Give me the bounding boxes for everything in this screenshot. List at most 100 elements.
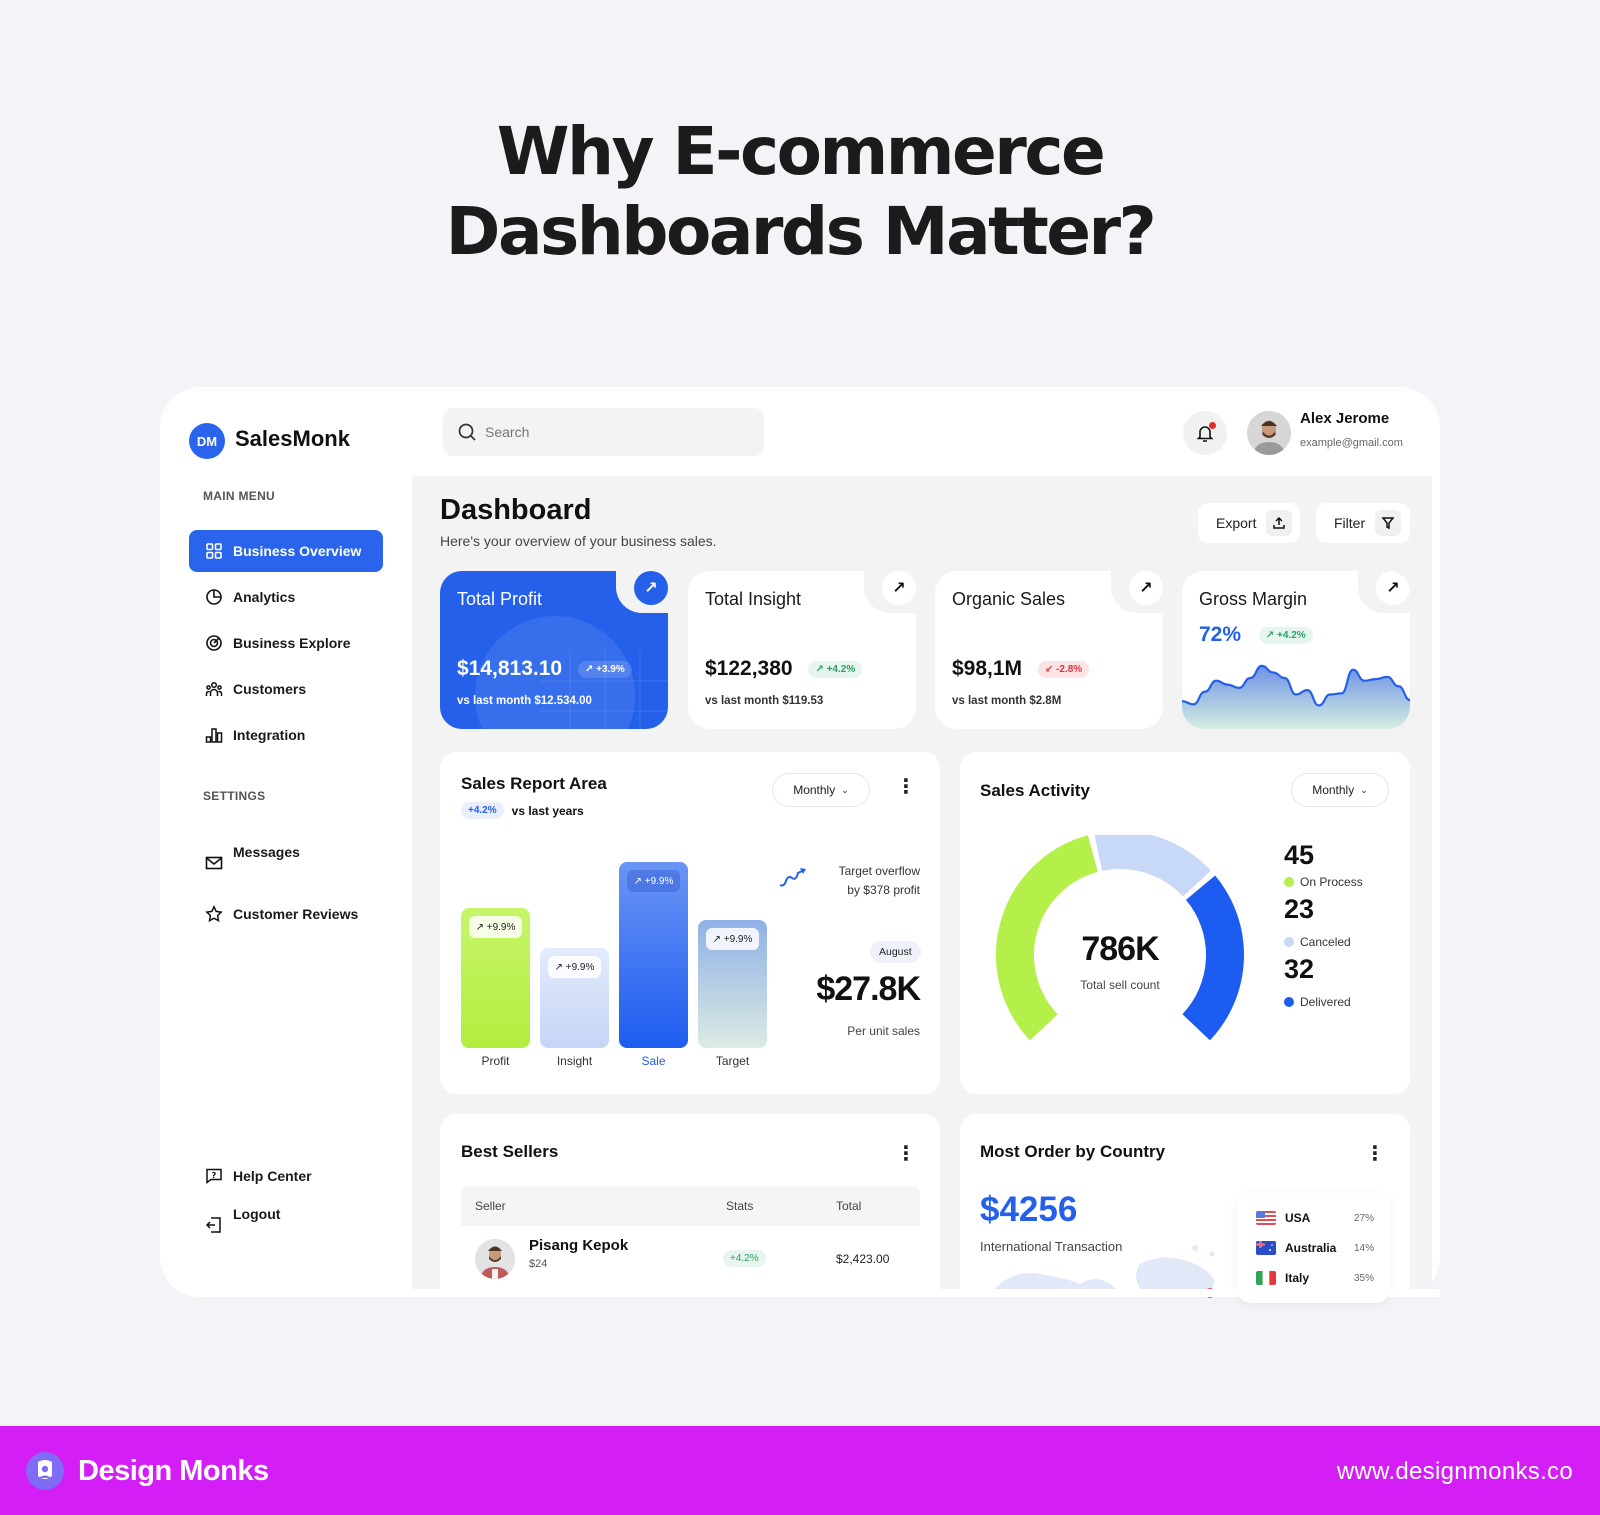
main-menu-label: MAIN MENU: [203, 489, 276, 503]
stat-value-text: 72%: [1199, 623, 1242, 646]
filter-label: Filter: [1334, 515, 1366, 531]
stat-change-badge: ↗ +4.2%: [808, 660, 863, 678]
page-subtitle: Here's your overview of your business sa…: [440, 533, 717, 549]
country-pct: 14%: [1353, 1242, 1374, 1254]
stat-value: $122,380 ↗ +4.2%: [705, 657, 863, 681]
stat-card-total-insight[interactable]: ↗ Total Insight $122,380 ↗ +4.2% vs last…: [688, 563, 924, 729]
gauge-center-value: 786K: [1081, 930, 1159, 968]
target-note-line-2: by $378 profit: [847, 883, 920, 897]
country-item-italy[interactable]: Italy 35%: [1256, 1271, 1374, 1285]
gauge-segment-canceled[interactable]: [1094, 835, 1211, 897]
sidebar-item-label: Integration: [233, 727, 306, 743]
best-sellers-title: Best Sellers: [461, 1142, 559, 1161]
sidebar-item-label: Logout: [233, 1206, 281, 1222]
bar-category-label: Profit: [481, 1054, 510, 1068]
bar-category-label: Target: [715, 1054, 750, 1068]
user-name: Alex Jerome: [1300, 410, 1390, 427]
sidebar-item-customers[interactable]: Customers: [189, 668, 383, 710]
page-title: Dashboard: [440, 494, 592, 526]
stat-title: Gross Margin: [1199, 589, 1308, 609]
legend-label: Delivered: [1300, 995, 1351, 1009]
stat-value-text: $14,813.10: [457, 657, 563, 680]
sidebar-item-label: Messages: [233, 844, 300, 860]
search-bar[interactable]: [443, 408, 764, 456]
sidebar-item-integration[interactable]: Integration: [189, 714, 383, 756]
table-row[interactable]: Pisang Kepok $24 +4.2% $2,423.00: [461, 1233, 920, 1289]
seller-name: Pisang Kepok: [529, 1237, 629, 1254]
search-icon: [458, 423, 476, 441]
gauge-segment-delivered[interactable]: [1181, 875, 1244, 1041]
app-logo[interactable]: DM: [189, 423, 225, 459]
open-arrow-icon[interactable]: ↗: [634, 571, 668, 605]
open-arrow-icon[interactable]: ↗: [1376, 571, 1410, 605]
stat-title: Total Profit: [457, 589, 543, 609]
legend-dot: [1284, 997, 1294, 1007]
bar-chart-icon: [205, 728, 223, 743]
sidebar-item-help-center[interactable]: ? Help Center: [189, 1155, 383, 1197]
country-pct: 35%: [1353, 1272, 1374, 1284]
column-stats: Stats: [726, 1199, 754, 1213]
stat-card-gross-margin[interactable]: ↗ Gross Margin 72% ↗ +4.2%: [1182, 571, 1410, 729]
table-header: Seller Stats Total: [461, 1186, 920, 1226]
sidebar-item-messages[interactable]: Messages: [189, 838, 383, 880]
notification-button[interactable]: [1183, 411, 1227, 455]
seller-avatar: [475, 1239, 515, 1279]
legend-dot: [1284, 877, 1294, 887]
legend-item-delivered: Delivered: [1284, 995, 1363, 1009]
sidebar-item-analytics[interactable]: Analytics: [189, 576, 383, 618]
sales-activity-title: Sales Activity: [980, 781, 1090, 800]
sales-report-change: +4.2% vs last years: [461, 802, 584, 819]
country-list: USA 27% Australia 14% Italy 35%: [1237, 1193, 1390, 1303]
bar-target[interactable]: ↗ +9.9%: [698, 920, 767, 1048]
stat-card-total-profit[interactable]: ↗ Total Profit $14,813.10 ↗ +3.9% vs las…: [440, 563, 676, 729]
change-label: vs last years: [511, 803, 584, 818]
period-dropdown[interactable]: Monthly ⌄: [772, 773, 870, 807]
legend-item-on-process: On Process: [1284, 875, 1363, 889]
world-map: [990, 1245, 1215, 1294]
target-note: Target overflow by $378 profit: [790, 862, 920, 900]
sidebar-item-business-explore[interactable]: Business Explore: [189, 622, 383, 664]
stat-compare: vs last month $12.534.00: [457, 695, 592, 707]
bar-profit[interactable]: ↗ +9.9%: [461, 908, 530, 1048]
stat-card-organic-sales[interactable]: ↗ Organic Sales $98,1M ↙ -2.8% vs last m…: [935, 563, 1171, 729]
open-arrow-icon[interactable]: ↗: [1129, 571, 1163, 605]
user-avatar[interactable]: [1247, 411, 1291, 455]
chevron-down-icon: ⌄: [841, 784, 849, 795]
stat-title: Total Insight: [705, 589, 802, 609]
users-icon: [205, 681, 223, 696]
sidebar-item-label: Business Overview: [233, 543, 362, 559]
sidebar-item-business-overview[interactable]: Business Overview: [189, 530, 383, 572]
bar-insight[interactable]: ↗ +9.9%: [540, 948, 609, 1048]
stat-compare: vs last month $2.8M: [952, 695, 1062, 707]
logout-icon: [205, 1217, 221, 1233]
sidebar-item-customer-reviews[interactable]: Customer Reviews: [189, 893, 383, 935]
legend-value: 32: [1284, 954, 1315, 984]
australia-flag-icon: [1256, 1241, 1276, 1255]
legend-value: 45: [1284, 840, 1315, 870]
more-options-icon[interactable]: ⋮: [896, 1144, 916, 1164]
country-item-australia[interactable]: Australia 14%: [1256, 1241, 1374, 1255]
country-name: USA: [1285, 1211, 1311, 1225]
bar-data-label: ↗ +9.9%: [469, 916, 522, 938]
sidebar-item-label: Business Explore: [233, 635, 351, 651]
chevron-down-icon: ⌄: [1360, 784, 1368, 795]
more-options-icon[interactable]: ⋮: [1365, 1144, 1385, 1164]
more-options-icon[interactable]: ⋮: [896, 777, 916, 797]
export-button[interactable]: Export: [1198, 503, 1300, 543]
search-input[interactable]: [485, 424, 725, 440]
footer-url[interactable]: www.designmonks.co: [1337, 1458, 1573, 1486]
column-seller: Seller: [475, 1199, 506, 1213]
gauge-center-label: Total sell count: [1080, 978, 1160, 992]
open-arrow-icon[interactable]: ↗: [882, 571, 916, 605]
seller-price: $24: [529, 1258, 548, 1270]
filter-icon: [1375, 510, 1402, 536]
stat-value: 72% ↗ +4.2%: [1199, 623, 1313, 647]
bar-sale[interactable]: ↗ +9.9%: [619, 862, 688, 1048]
country-item-usa[interactable]: USA 27%: [1256, 1211, 1374, 1225]
user-email: example@gmail.com: [1300, 437, 1403, 449]
filter-button[interactable]: Filter: [1316, 503, 1410, 543]
bar-category-label: Sale: [641, 1054, 666, 1068]
legend-value: 23: [1284, 894, 1315, 924]
period-dropdown[interactable]: Monthly ⌄: [1291, 773, 1389, 807]
sidebar-item-logout[interactable]: Logout: [189, 1200, 383, 1242]
